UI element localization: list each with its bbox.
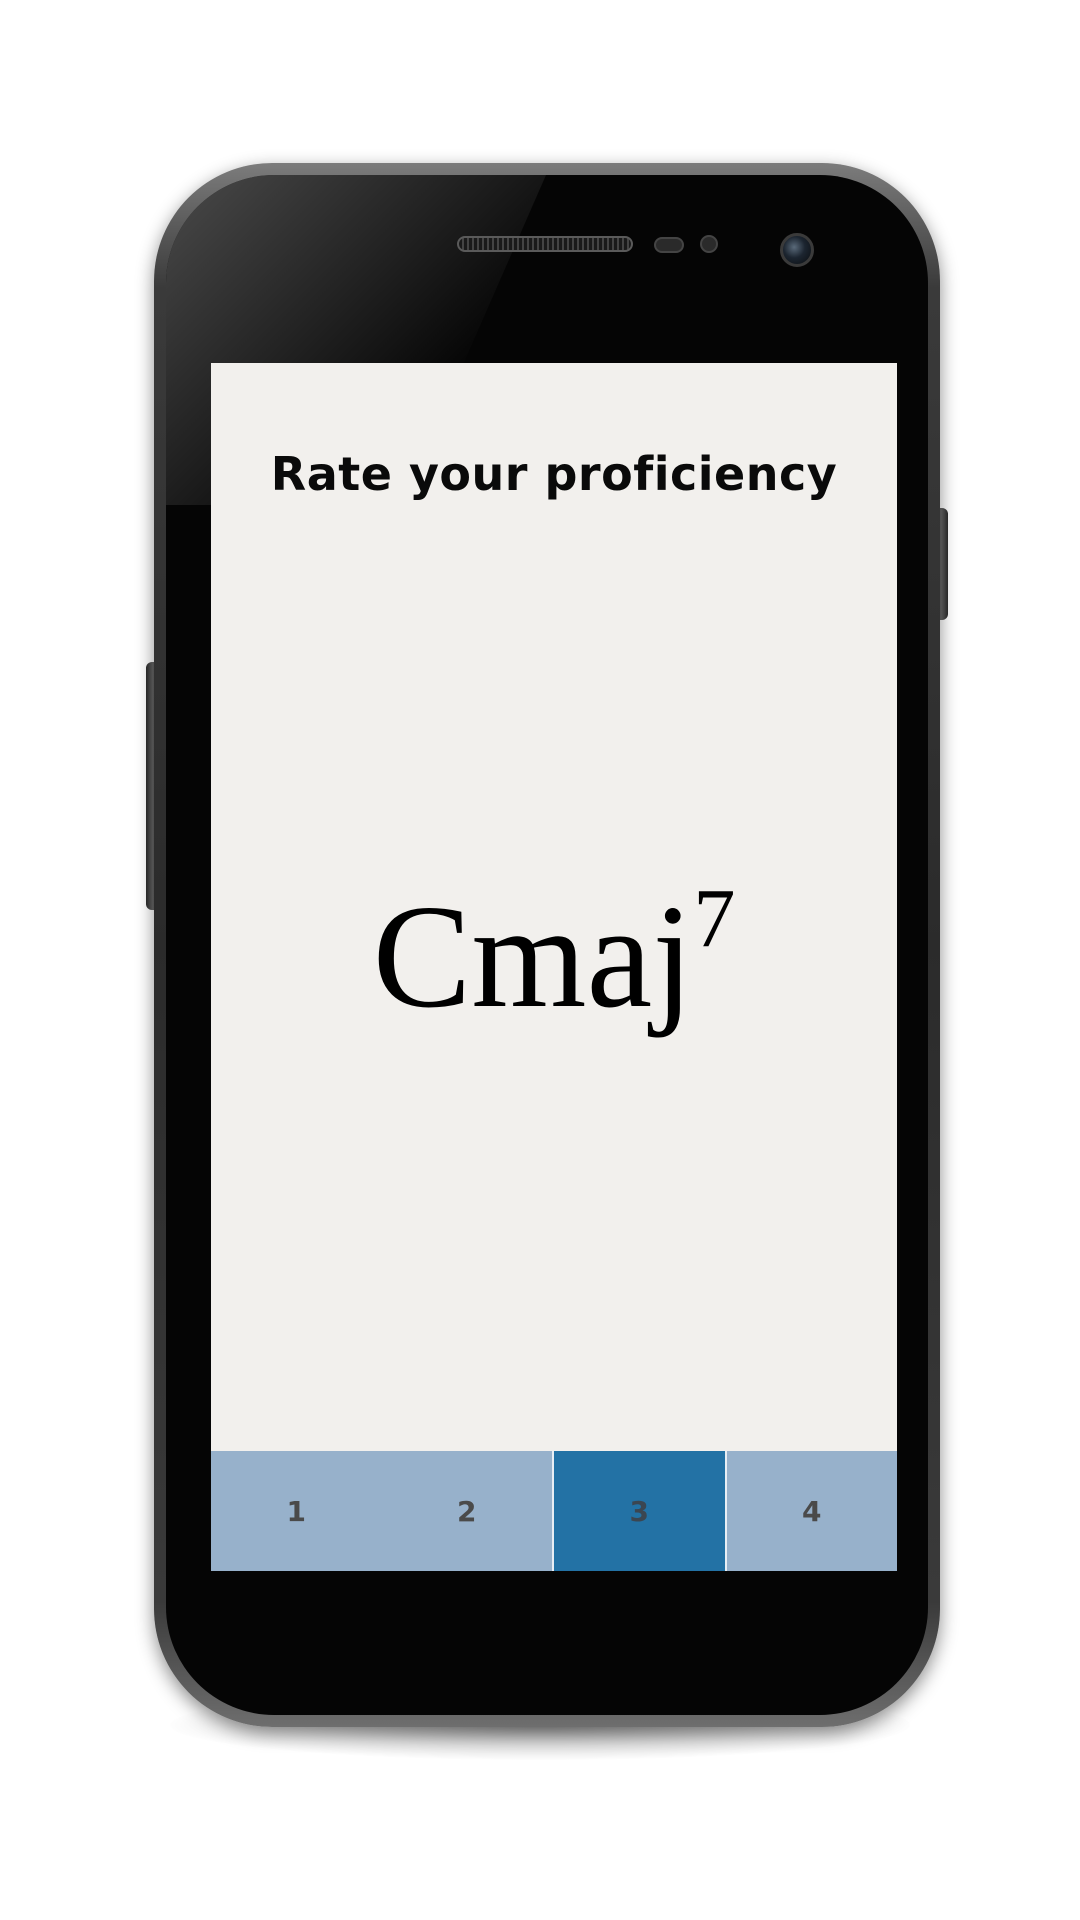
app-screen: Rate your proficiency Cmaj7 1 2 3 4 bbox=[211, 363, 897, 1571]
earpiece-speaker bbox=[457, 236, 633, 252]
proximity-sensor bbox=[654, 237, 684, 253]
rating-option-4[interactable]: 4 bbox=[727, 1451, 898, 1571]
rating-option-2[interactable]: 2 bbox=[382, 1451, 553, 1571]
chord-symbol: Cmaj7 bbox=[211, 877, 897, 1032]
light-sensor bbox=[700, 235, 718, 253]
rating-option-1[interactable]: 1 bbox=[211, 1451, 382, 1571]
rating-option-3[interactable]: 3 bbox=[552, 1451, 727, 1571]
page-title: Rate your proficiency bbox=[270, 447, 838, 501]
front-camera-icon bbox=[780, 233, 814, 267]
chord-name: Cmaj bbox=[372, 875, 694, 1039]
rating-selector: 1 2 3 4 bbox=[211, 1451, 897, 1571]
chord-extension: 7 bbox=[693, 872, 736, 965]
